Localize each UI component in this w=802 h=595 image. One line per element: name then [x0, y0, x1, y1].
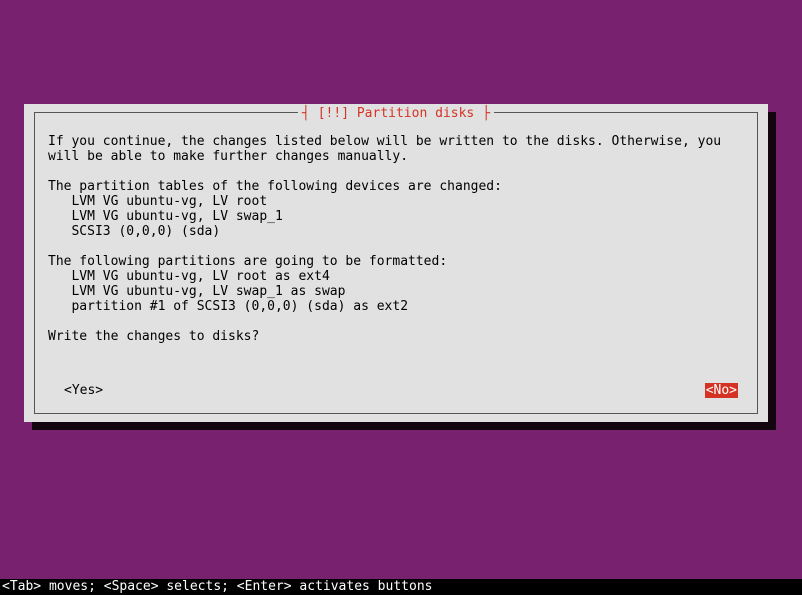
dialog-title-line: ┤ [!!] Partition disks ├ [24, 106, 768, 121]
format-entry: LVM VG ubuntu-vg, LV swap_1 as swap [71, 284, 345, 299]
footer-hint-bar: <Tab> moves; <Space> selects; <Enter> ac… [0, 579, 802, 595]
yes-button[interactable]: <Yes> [64, 383, 103, 398]
no-button[interactable]: <No> [705, 383, 738, 398]
format-entry: LVM VG ubuntu-vg, LV root as ext4 [71, 269, 329, 284]
dialog-intro: If you continue, the changes listed belo… [48, 134, 729, 164]
dialog-content: If you continue, the changes listed belo… [48, 134, 744, 344]
partition-tables-heading: The partition tables of the following de… [48, 179, 502, 194]
tables-entry: SCSI3 (0,0,0) (sda) [71, 224, 220, 239]
tables-entry: LVM VG ubuntu-vg, LV root [71, 194, 267, 209]
partition-dialog: ┤ [!!] Partition disks ├ If you continue… [24, 104, 768, 422]
dialog-title: [!!] Partition disks [314, 106, 479, 121]
format-heading: The following partitions are going to be… [48, 254, 447, 269]
footer-hint: <Tab> moves; <Space> selects; <Enter> ac… [2, 579, 432, 594]
tables-entry: LVM VG ubuntu-vg, LV swap_1 [71, 209, 282, 224]
button-row: <Yes> <No> [64, 383, 738, 398]
format-entry: partition #1 of SCSI3 (0,0,0) (sda) as e… [71, 299, 408, 314]
dialog-box: ┤ [!!] Partition disks ├ If you continue… [24, 104, 768, 422]
dialog-prompt: Write the changes to disks? [48, 329, 259, 344]
